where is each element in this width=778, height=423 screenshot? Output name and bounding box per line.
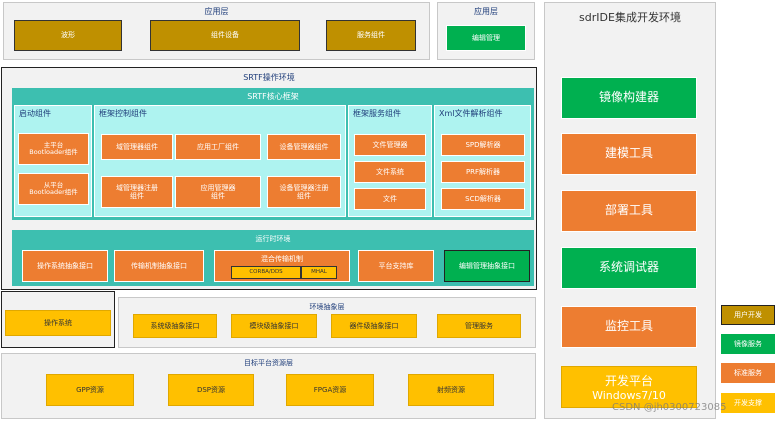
- runtime-title: 运行时环境: [255, 235, 291, 243]
- runtime-panel: 运行时环境 操作系统抽象接口 传输机制抽象接口 混合传输机制 CORBA/DDS…: [12, 230, 534, 286]
- control-item-app-factory[interactable]: 应用工厂组件: [175, 134, 261, 160]
- env-layer-panel: 环境抽象层 系统级抽象接口 模块级抽象接口 器件级抽象接口 管理服务: [118, 297, 536, 348]
- srtf-core-title: SRTF核心框架: [247, 92, 299, 101]
- control-item-domain-reg[interactable]: 域管理器注册 组件: [101, 176, 173, 208]
- mixed-transport-label: 混合传输机制: [261, 255, 303, 263]
- xml-panel: Xml文件解析组件 SPD解析器 PRF解析器 SCD解析器: [434, 105, 531, 217]
- target-item-fpga[interactable]: FPGA资源: [286, 374, 374, 406]
- env-item-module[interactable]: 模块级抽象接口: [231, 314, 317, 338]
- boot-panel: 启动组件 主平台 Bootloader组件 从平台 Bootloader组件: [14, 105, 92, 217]
- legend-standard-service: 标准服务: [721, 363, 775, 383]
- control-item-domain-mgr[interactable]: 域管理器组件: [101, 134, 173, 160]
- control-item-app-mgr[interactable]: 应用管理器 组件: [175, 176, 261, 208]
- boot-item-slave[interactable]: 从平台 Bootloader组件: [18, 173, 89, 205]
- xml-title: Xml文件解析组件: [439, 109, 503, 118]
- srtf-panel: SRTF操作环境 SRTF核心框架 启动组件 主平台 Bootloader组件 …: [1, 67, 537, 290]
- legend-user-dev: 用户开发: [721, 305, 775, 325]
- target-item-dsp[interactable]: DSP资源: [168, 374, 254, 406]
- app-layer-panel: 应用层 波形 组件设备 服务组件: [3, 2, 430, 60]
- env-item-manage[interactable]: 管理服务: [437, 314, 521, 338]
- control-item-device-mgr[interactable]: 设备管理器组件: [267, 134, 341, 160]
- control-title: 框架控制组件: [99, 109, 147, 118]
- ide-platform-line1: 开发平台: [604, 374, 653, 388]
- xml-item-spd[interactable]: SPD解析器: [441, 134, 525, 156]
- ide-title: sdrIDE集成开发环境: [579, 11, 681, 24]
- service-item-file-sys[interactable]: 文件系统: [354, 161, 426, 183]
- xml-item-scd[interactable]: SCD解析器: [441, 188, 525, 210]
- boot-title: 启动组件: [19, 109, 51, 118]
- legend-dev-support: 开发支撑: [721, 393, 775, 413]
- app-item-service[interactable]: 服务组件: [326, 20, 416, 51]
- srtf-title: SRTF操作环境: [243, 73, 295, 82]
- app-item-device[interactable]: 组件设备: [150, 20, 300, 51]
- runtime-platform-lib[interactable]: 平台支持库: [358, 250, 434, 282]
- service-title: 框架服务组件: [353, 109, 401, 118]
- xml-item-prf[interactable]: PRF解析器: [441, 161, 525, 183]
- ide-platform-line2: Windows7/10: [592, 389, 666, 402]
- ide-item-modeling[interactable]: 建模工具: [561, 133, 697, 175]
- app-layer-title: 应用层: [204, 7, 229, 16]
- env-item-device[interactable]: 器件级抽象接口: [331, 314, 417, 338]
- srtf-core-panel: SRTF核心框架 启动组件 主平台 Bootloader组件 从平台 Bootl…: [12, 88, 534, 220]
- control-item-device-reg[interactable]: 设备管理器注册 组件: [267, 176, 341, 208]
- app-layer-2-panel: 应用层 编辑管理: [437, 2, 535, 60]
- runtime-os-abstract[interactable]: 操作系统抽象接口: [22, 250, 108, 282]
- control-panel: 框架控制组件 域管理器组件 应用工厂组件 设备管理器组件 域管理器注册 组件 应…: [94, 105, 346, 217]
- service-item-file[interactable]: 文件: [354, 188, 426, 210]
- service-panel: 框架服务组件 文件管理器 文件系统 文件: [348, 105, 432, 217]
- runtime-mixed-transport[interactable]: 混合传输机制 CORBA/DDS MHAL: [214, 250, 350, 282]
- ide-item-debugger[interactable]: 系统调试器: [561, 247, 697, 289]
- env-item-system[interactable]: 系统级抽象接口: [133, 314, 217, 338]
- target-item-gpp[interactable]: GPP资源: [46, 374, 134, 406]
- ide-item-monitor[interactable]: 监控工具: [561, 306, 697, 348]
- ide-panel: sdrIDE集成开发环境 镜像构建器 建模工具 部署工具 系统调试器 监控工具 …: [544, 2, 716, 419]
- runtime-transport-abstract[interactable]: 传输机制抽象接口: [114, 250, 204, 282]
- legend-image-service: 镜像服务: [721, 334, 775, 354]
- target-item-rf[interactable]: 射频资源: [408, 374, 494, 406]
- service-item-file-mgr[interactable]: 文件管理器: [354, 134, 426, 156]
- app-item-edit-manage[interactable]: 编辑管理: [446, 25, 526, 51]
- os-item[interactable]: 操作系统: [5, 310, 111, 336]
- target-panel: 目标平台资源层 GPP资源 DSP资源 FPGA资源 射频资源: [1, 353, 536, 419]
- app-layer-2-title: 应用层: [474, 7, 498, 16]
- ide-item-deploy[interactable]: 部署工具: [561, 190, 697, 232]
- app-item-waveform[interactable]: 波形: [14, 20, 122, 51]
- ide-item-image-builder[interactable]: 镜像构建器: [561, 77, 697, 119]
- env-layer-title: 环境抽象层: [309, 303, 345, 311]
- watermark: CSDN @jh0300723085: [612, 402, 727, 413]
- runtime-edit-manage-abstract[interactable]: 编辑管理抽象接口: [444, 250, 530, 282]
- os-panel: 操作系统: [1, 291, 115, 348]
- target-title: 目标平台资源层: [244, 359, 293, 367]
- mixed-part-corba: CORBA/DDS: [231, 266, 301, 279]
- mixed-part-mhal: MHAL: [301, 266, 337, 279]
- boot-item-main[interactable]: 主平台 Bootloader组件: [18, 133, 89, 165]
